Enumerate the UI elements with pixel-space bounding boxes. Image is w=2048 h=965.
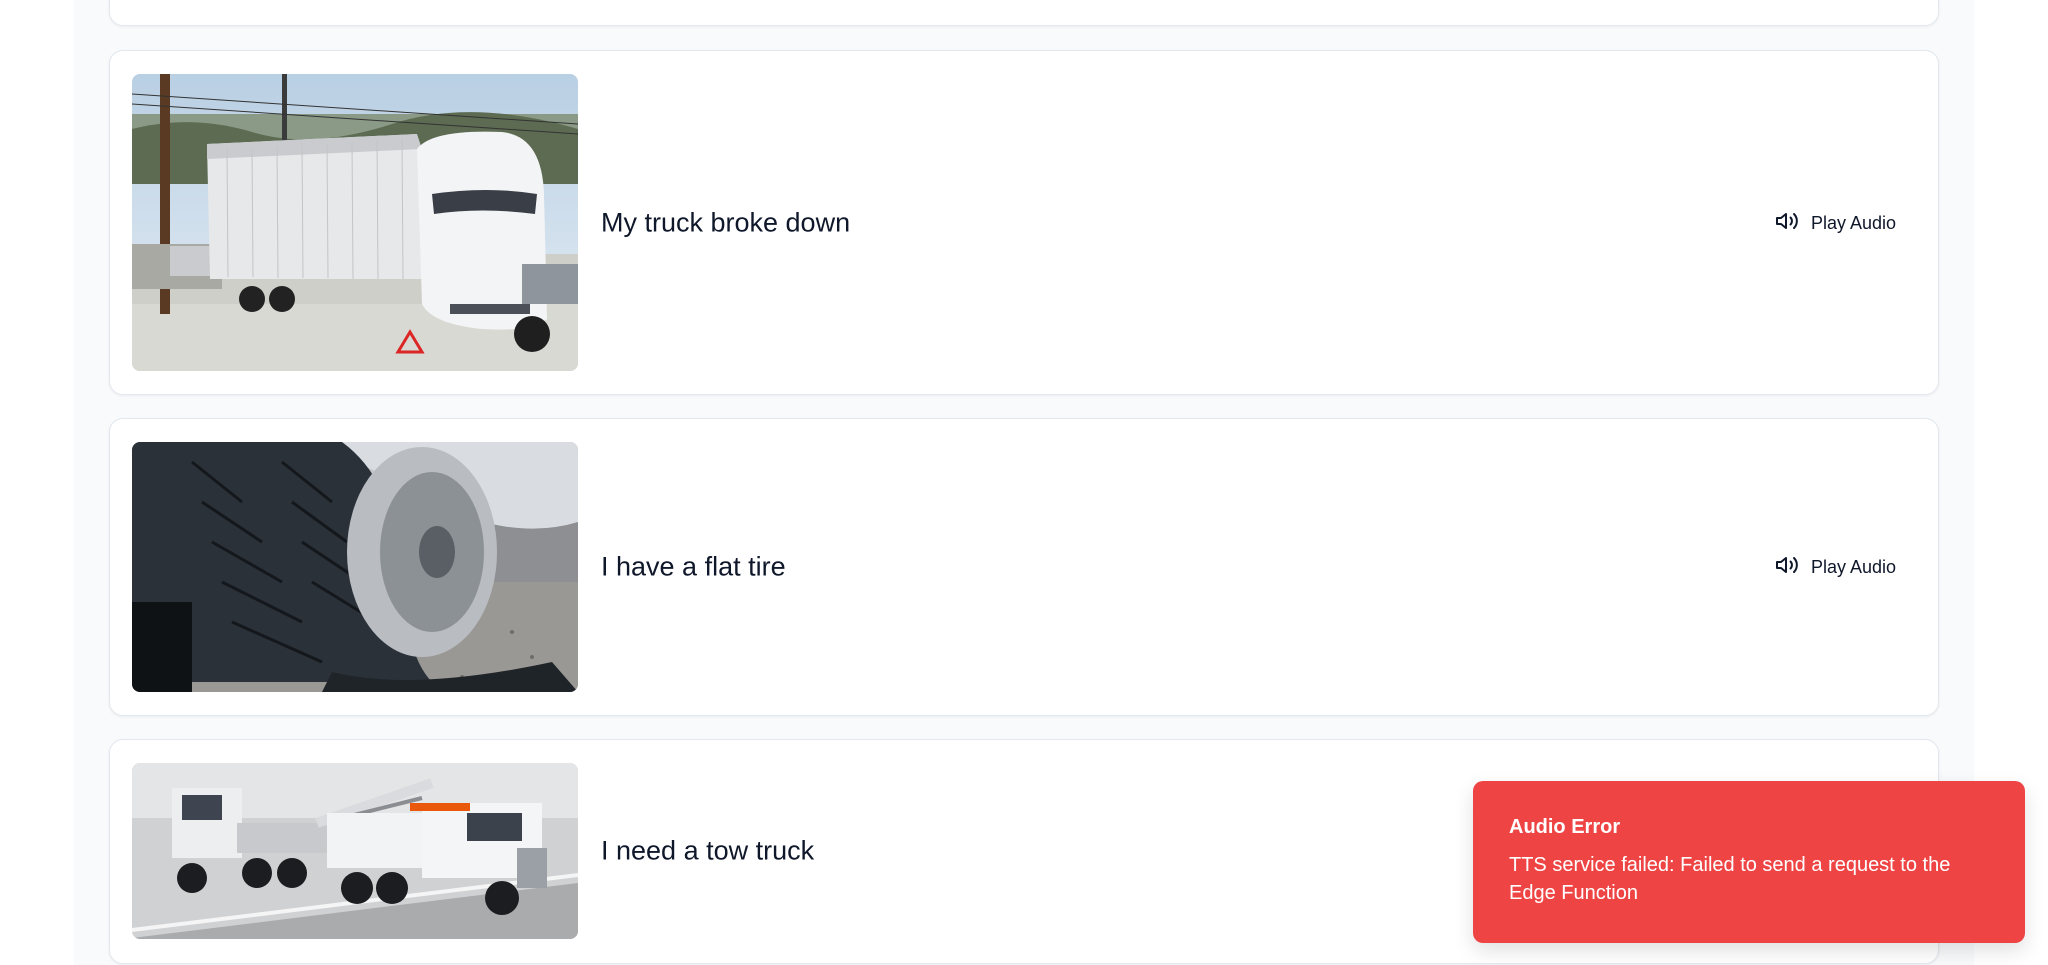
phrase-card <box>109 0 1939 26</box>
toast-message: TTS service failed: Failed to send a req… <box>1509 854 1951 904</box>
error-toast: Audio Error TTS service failed: Failed t… <box>1473 781 2025 943</box>
phrase-card: I have a flat tire Play Audio <box>109 418 1939 716</box>
phrase-image <box>132 763 578 939</box>
play-audio-label: Play Audio <box>1810 556 1896 577</box>
play-audio-button[interactable]: Play Audio <box>1761 545 1910 589</box>
phrase-card: My truck broke down Play Audio <box>109 50 1939 395</box>
play-audio-label: Play Audio <box>1810 212 1896 233</box>
phrase-text: I need a tow truck <box>601 835 815 866</box>
speaker-icon <box>1775 209 1799 238</box>
phrase-text: My truck broke down <box>601 207 851 238</box>
play-audio-button[interactable]: Play Audio <box>1761 201 1910 245</box>
speaker-icon <box>1775 553 1799 582</box>
phrase-image <box>132 74 578 371</box>
phrase-text: I have a flat tire <box>601 551 786 582</box>
phrase-image <box>132 442 578 692</box>
toast-title: Audio Error <box>1509 816 1621 838</box>
